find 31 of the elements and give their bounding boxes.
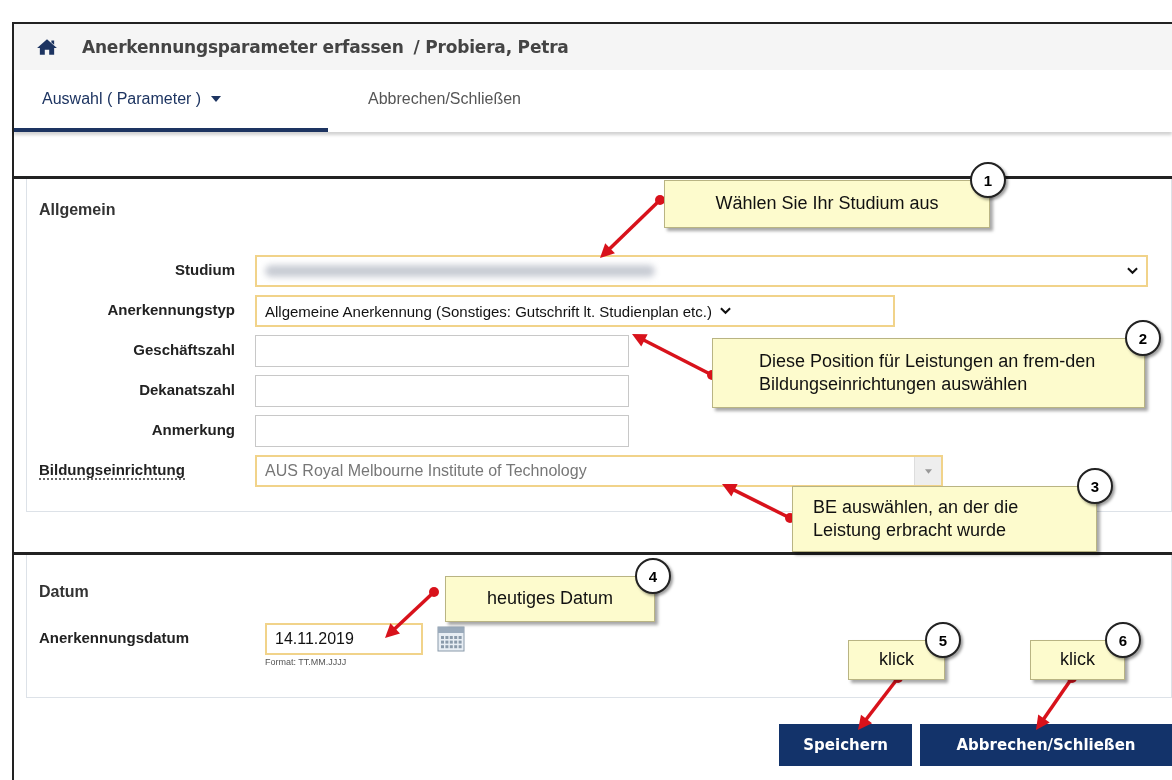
- help-link[interactable]: Bildungseinrichtung: [39, 455, 185, 480]
- field-label: Studium: [175, 260, 235, 278]
- dropdown-field[interactable]: [255, 255, 1148, 287]
- chevron-down-icon: [719, 307, 731, 315]
- dropdown-field[interactable]: AUS Royal Melbourne Institute of Technology: [255, 455, 943, 487]
- input-field[interactable]: 14.11.2019: [265, 623, 423, 655]
- tab[interactable]: Abbrechen/Schließen: [340, 70, 549, 132]
- field-label: Geschäftszahl: [133, 340, 235, 358]
- input-field[interactable]: [255, 335, 629, 367]
- input-field[interactable]: [255, 375, 629, 407]
- format-hint: Format: TT.MM.JJJJ: [265, 657, 347, 667]
- annotation-arrow: [600, 195, 665, 258]
- home-icon[interactable]: [36, 38, 58, 56]
- annotation-arrow: [385, 587, 439, 638]
- tab[interactable]: Auswahl ( Parameter ): [14, 70, 328, 132]
- section-title: Allgemein: [39, 201, 116, 219]
- caret-icon: [924, 468, 932, 474]
- action-button[interactable]: Abbrechen/Schließen: [920, 724, 1172, 766]
- calendar-icon[interactable]: [437, 626, 465, 652]
- person-name: / Probiera, Petra: [413, 37, 569, 57]
- section-title: Datum: [39, 583, 89, 601]
- input-field[interactable]: [255, 415, 629, 447]
- dropdown-field[interactable]: Allgemeine Anerkennung (Sonstiges: Gutschrift lt. Studienplan etc.): [255, 295, 895, 327]
- field-label: Anmerkung: [151, 420, 235, 438]
- field-label: Anerkennungstyp: [107, 300, 235, 318]
- dropdown-button[interactable]: [914, 457, 941, 485]
- field-label: Dekanatszahl: [139, 380, 235, 398]
- chevron-down-icon: [1127, 267, 1138, 275]
- action-button[interactable]: Speichern: [779, 724, 912, 766]
- field-label: Anerkennungsdatum: [39, 628, 189, 646]
- page-title: Anerkennungsparameter erfassen: [82, 37, 404, 57]
